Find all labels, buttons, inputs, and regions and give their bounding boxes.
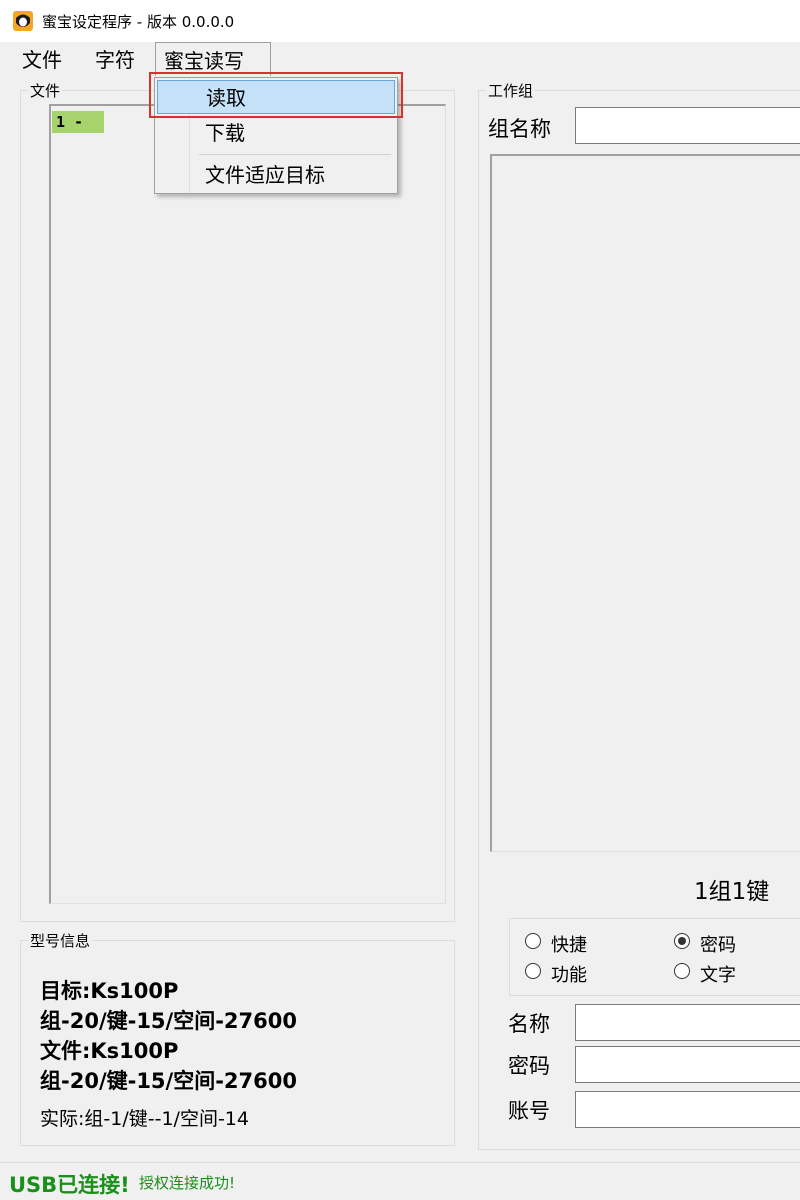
radio-shortcut[interactable] xyxy=(525,933,541,949)
title-bar: 蜜宝设定程序 - 版本 0.0.0.0 xyxy=(0,0,800,42)
account-input[interactable] xyxy=(575,1091,800,1128)
radio-password[interactable] xyxy=(674,933,690,949)
model-info-label: 型号信息 xyxy=(28,930,93,951)
name-input[interactable] xyxy=(575,1004,800,1041)
menu-file[interactable]: 文件 xyxy=(14,42,70,76)
radio-password-label: 密码 xyxy=(700,935,736,956)
password-input[interactable] xyxy=(575,1046,800,1083)
dropdown-separator xyxy=(199,154,391,155)
file-groupbox-label: 文件 xyxy=(28,80,63,101)
file-spec: 组-20/键-15/空间-27600 xyxy=(40,1069,297,1093)
annotation-highlight-box xyxy=(149,72,403,118)
target-model: 目标:Ks100P xyxy=(40,979,179,1003)
radio-function[interactable] xyxy=(525,963,541,979)
actual-spec: 实际:组-1/键--1/空间-14 xyxy=(40,1108,249,1130)
app-logo-icon xyxy=(12,10,34,32)
name-label: 名称 xyxy=(508,1012,550,1036)
radio-shortcut-label: 快捷 xyxy=(551,935,587,956)
key-list[interactable] xyxy=(490,154,800,852)
target-spec: 组-20/键-15/空间-27600 xyxy=(40,1009,297,1033)
group-name-input[interactable] xyxy=(575,107,800,144)
dropdown-item-fit-file-to-target[interactable]: 文件适应目标 xyxy=(157,158,395,192)
radio-function-label: 功能 xyxy=(551,965,587,986)
list-item[interactable]: 1 - xyxy=(52,111,104,133)
radio-text[interactable] xyxy=(674,963,690,979)
auth-status: 授权连接成功! xyxy=(139,1174,236,1192)
password-label: 密码 xyxy=(508,1054,550,1078)
file-list[interactable]: 1 - xyxy=(49,104,446,904)
usb-status: USB已连接! xyxy=(9,1173,130,1197)
file-model: 文件:Ks100P xyxy=(40,1039,179,1063)
window-title: 蜜宝设定程序 - 版本 0.0.0.0 xyxy=(42,13,235,31)
work-group-label: 工作组 xyxy=(486,80,536,101)
menu-characters[interactable]: 字符 xyxy=(87,42,143,76)
menu-device-read-write[interactable]: 蜜宝读写 xyxy=(155,42,271,76)
radio-text-label: 文字 xyxy=(700,965,736,986)
group-name-label: 组名称 xyxy=(488,117,551,141)
key-count: 1组1键 xyxy=(694,879,770,905)
account-label: 账号 xyxy=(508,1099,550,1123)
radio-selected-dot xyxy=(678,937,686,945)
status-bar: USB已连接! 授权连接成功! xyxy=(0,1162,800,1200)
dropdown-item-download[interactable]: 下载 xyxy=(157,116,395,150)
